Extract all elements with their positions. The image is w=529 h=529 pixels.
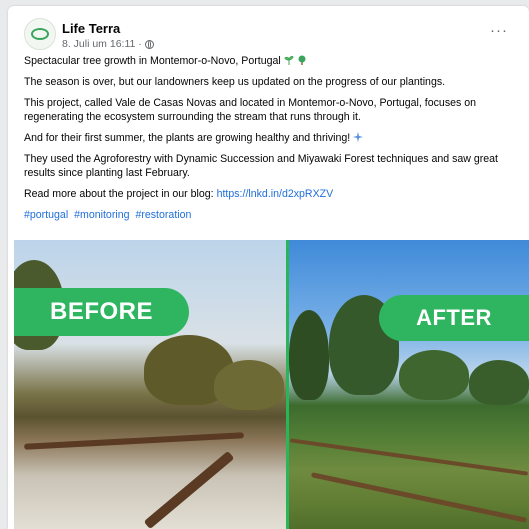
sparkles-icon (353, 132, 364, 142)
leaf-icon (31, 28, 49, 40)
post-paragraph: This project, called Vale de Casas Novas… (24, 97, 477, 123)
post-header: Life Terra 8. Juli um 16:11 · ··· (24, 18, 514, 52)
hashtag-link[interactable]: #portugal (24, 209, 68, 221)
post-paragraph: The season is over, but our landowners k… (24, 76, 446, 88)
hashtags: #portugal #monitoring #restoration (24, 208, 518, 222)
post-image[interactable]: BEFORE AFTER (14, 240, 529, 529)
page-name-link[interactable]: Life Terra (62, 21, 120, 36)
post-paragraph: They used the Agroforestry with Dynamic … (24, 153, 499, 179)
globe-icon (144, 39, 154, 49)
avatar[interactable] (24, 18, 56, 50)
post-paragraph: Spectacular tree growth in Montemor-o-No… (24, 54, 518, 68)
post-meta: 8. Juli um 16:11 · (62, 38, 154, 50)
more-options-button[interactable]: ··· (490, 22, 508, 39)
before-label: BEFORE (14, 288, 189, 336)
post-timestamp[interactable]: 8. Juli um 16:11 · (62, 38, 142, 50)
after-label: AFTER (379, 295, 529, 341)
tree-icon (298, 55, 306, 65)
post-paragraph: Read more about the project in our blog:… (24, 188, 334, 200)
after-photo: AFTER (289, 240, 529, 529)
hashtag-link[interactable]: #restoration (135, 209, 191, 221)
post-card: Life Terra 8. Juli um 16:11 · ··· Specta… (8, 6, 529, 529)
post-paragraph: And for their first summer, the plants a… (24, 131, 518, 145)
hashtag-link[interactable]: #monitoring (74, 209, 129, 221)
before-photo: BEFORE (14, 240, 286, 529)
seedling-icon (284, 56, 294, 65)
blog-link[interactable]: https://lnkd.in/d2xpRXZV (217, 188, 334, 200)
post-text: Spectacular tree growth in Montemor-o-No… (24, 54, 518, 229)
